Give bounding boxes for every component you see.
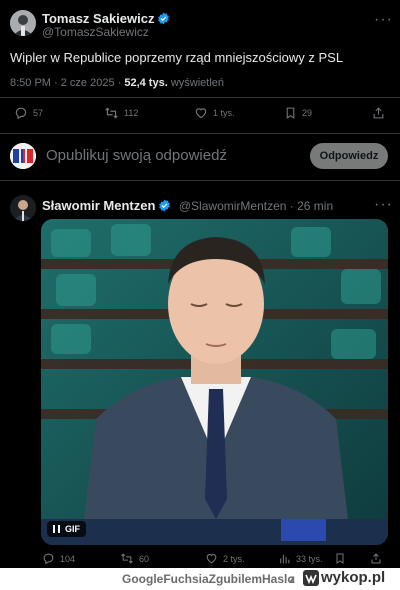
heart-icon [206, 554, 217, 564]
repost-count: 60 [139, 553, 150, 564]
share-button[interactable] [372, 106, 385, 120]
verified-badge-icon [158, 199, 171, 217]
reply-time[interactable]: · 26 min [286, 199, 333, 213]
more-options-icon[interactable]: ··· [374, 12, 393, 28]
tweet-meta: 8:50 PM · 2 cze 2025 · 52,4 tys. wyświet… [10, 77, 224, 89]
reply-icon [43, 553, 54, 565]
footer-separator: z [289, 572, 295, 586]
bookmark-button[interactable] [334, 552, 346, 565]
user-avatar[interactable] [10, 143, 36, 169]
author-avatar[interactable] [10, 10, 36, 36]
action-bar: 57 112 1 tys. 29 [0, 106, 400, 126]
gif-badge[interactable]: GIF [47, 521, 86, 537]
reply-icon [15, 107, 27, 120]
wykop-logo-text: wykop.pl [321, 569, 386, 586]
reply-author-name[interactable]: Sławomir Mentzen [42, 198, 155, 213]
gif-frame [41, 219, 388, 545]
repost-icon [121, 553, 133, 564]
like-button[interactable]: 1 tys. [194, 106, 235, 120]
view-count: 52,4 tys. [124, 77, 168, 89]
gif-label: GIF [65, 524, 80, 534]
repost-count: 112 [124, 108, 139, 118]
repost-button[interactable]: 60 [120, 552, 149, 565]
reply-author-avatar[interactable] [10, 195, 36, 221]
more-options-icon[interactable]: ··· [374, 197, 393, 213]
bookmark-icon [336, 553, 344, 564]
share-icon [373, 107, 384, 119]
like-count: 2 tys. [223, 553, 245, 564]
tweet-text: Wipler w Republice poprzemy rząd mniejsz… [10, 50, 344, 65]
wykop-logo-icon [303, 569, 319, 586]
views-count: 33 tys. [296, 553, 323, 564]
repost-button[interactable]: 112 [104, 106, 138, 120]
wykop-footer: GoogleFuchsiaZgubilemHaslo z wykop.pl [0, 568, 400, 590]
tweet-time[interactable]: 8:50 PM · 2 cze 2025 · [10, 77, 124, 89]
reply-submit-button[interactable]: Odpowiedz [310, 143, 388, 169]
author-handle[interactable]: @TomaszSakiewicz [42, 25, 149, 39]
reply-button[interactable]: 104 [42, 552, 75, 565]
reply-count: 104 [60, 553, 76, 564]
share-icon [371, 553, 381, 564]
reply-author-row: Sławomir Mentzen @SlawomirMentzen · 26 m… [42, 197, 333, 217]
pause-icon[interactable] [53, 525, 60, 533]
reply-author-handle[interactable]: @SlawomirMentzen [179, 199, 287, 213]
reply-button[interactable]: 57 [14, 106, 43, 120]
reply-input[interactable]: Opublikuj swoją odpowiedź [46, 147, 227, 164]
share-button[interactable] [370, 552, 382, 565]
divider [0, 97, 400, 98]
footer-username[interactable]: GoogleFuchsiaZgubilemHaslo [122, 572, 295, 586]
repost-icon [105, 107, 118, 119]
reply-count: 57 [33, 108, 44, 118]
bookmark-icon [286, 107, 295, 119]
author-name[interactable]: Tomasz Sakiewicz [42, 11, 154, 26]
views-label: wyświetleń [167, 77, 225, 89]
like-count: 1 tys. [213, 108, 235, 118]
reply-composer: Opublikuj swoją odpowiedź Odpowiedz [0, 134, 400, 178]
verified-badge-icon [157, 12, 170, 30]
heart-icon [195, 108, 207, 119]
divider [0, 180, 400, 181]
like-button[interactable]: 2 tys. [205, 552, 245, 565]
views-icon [280, 554, 290, 564]
bookmark-button[interactable]: 29 [284, 106, 312, 120]
views-button[interactable]: 33 tys. [278, 552, 323, 565]
bookmark-count: 29 [302, 108, 313, 118]
wykop-logo[interactable]: wykop.pl [303, 569, 385, 586]
gif-media[interactable]: GIF [41, 219, 388, 545]
